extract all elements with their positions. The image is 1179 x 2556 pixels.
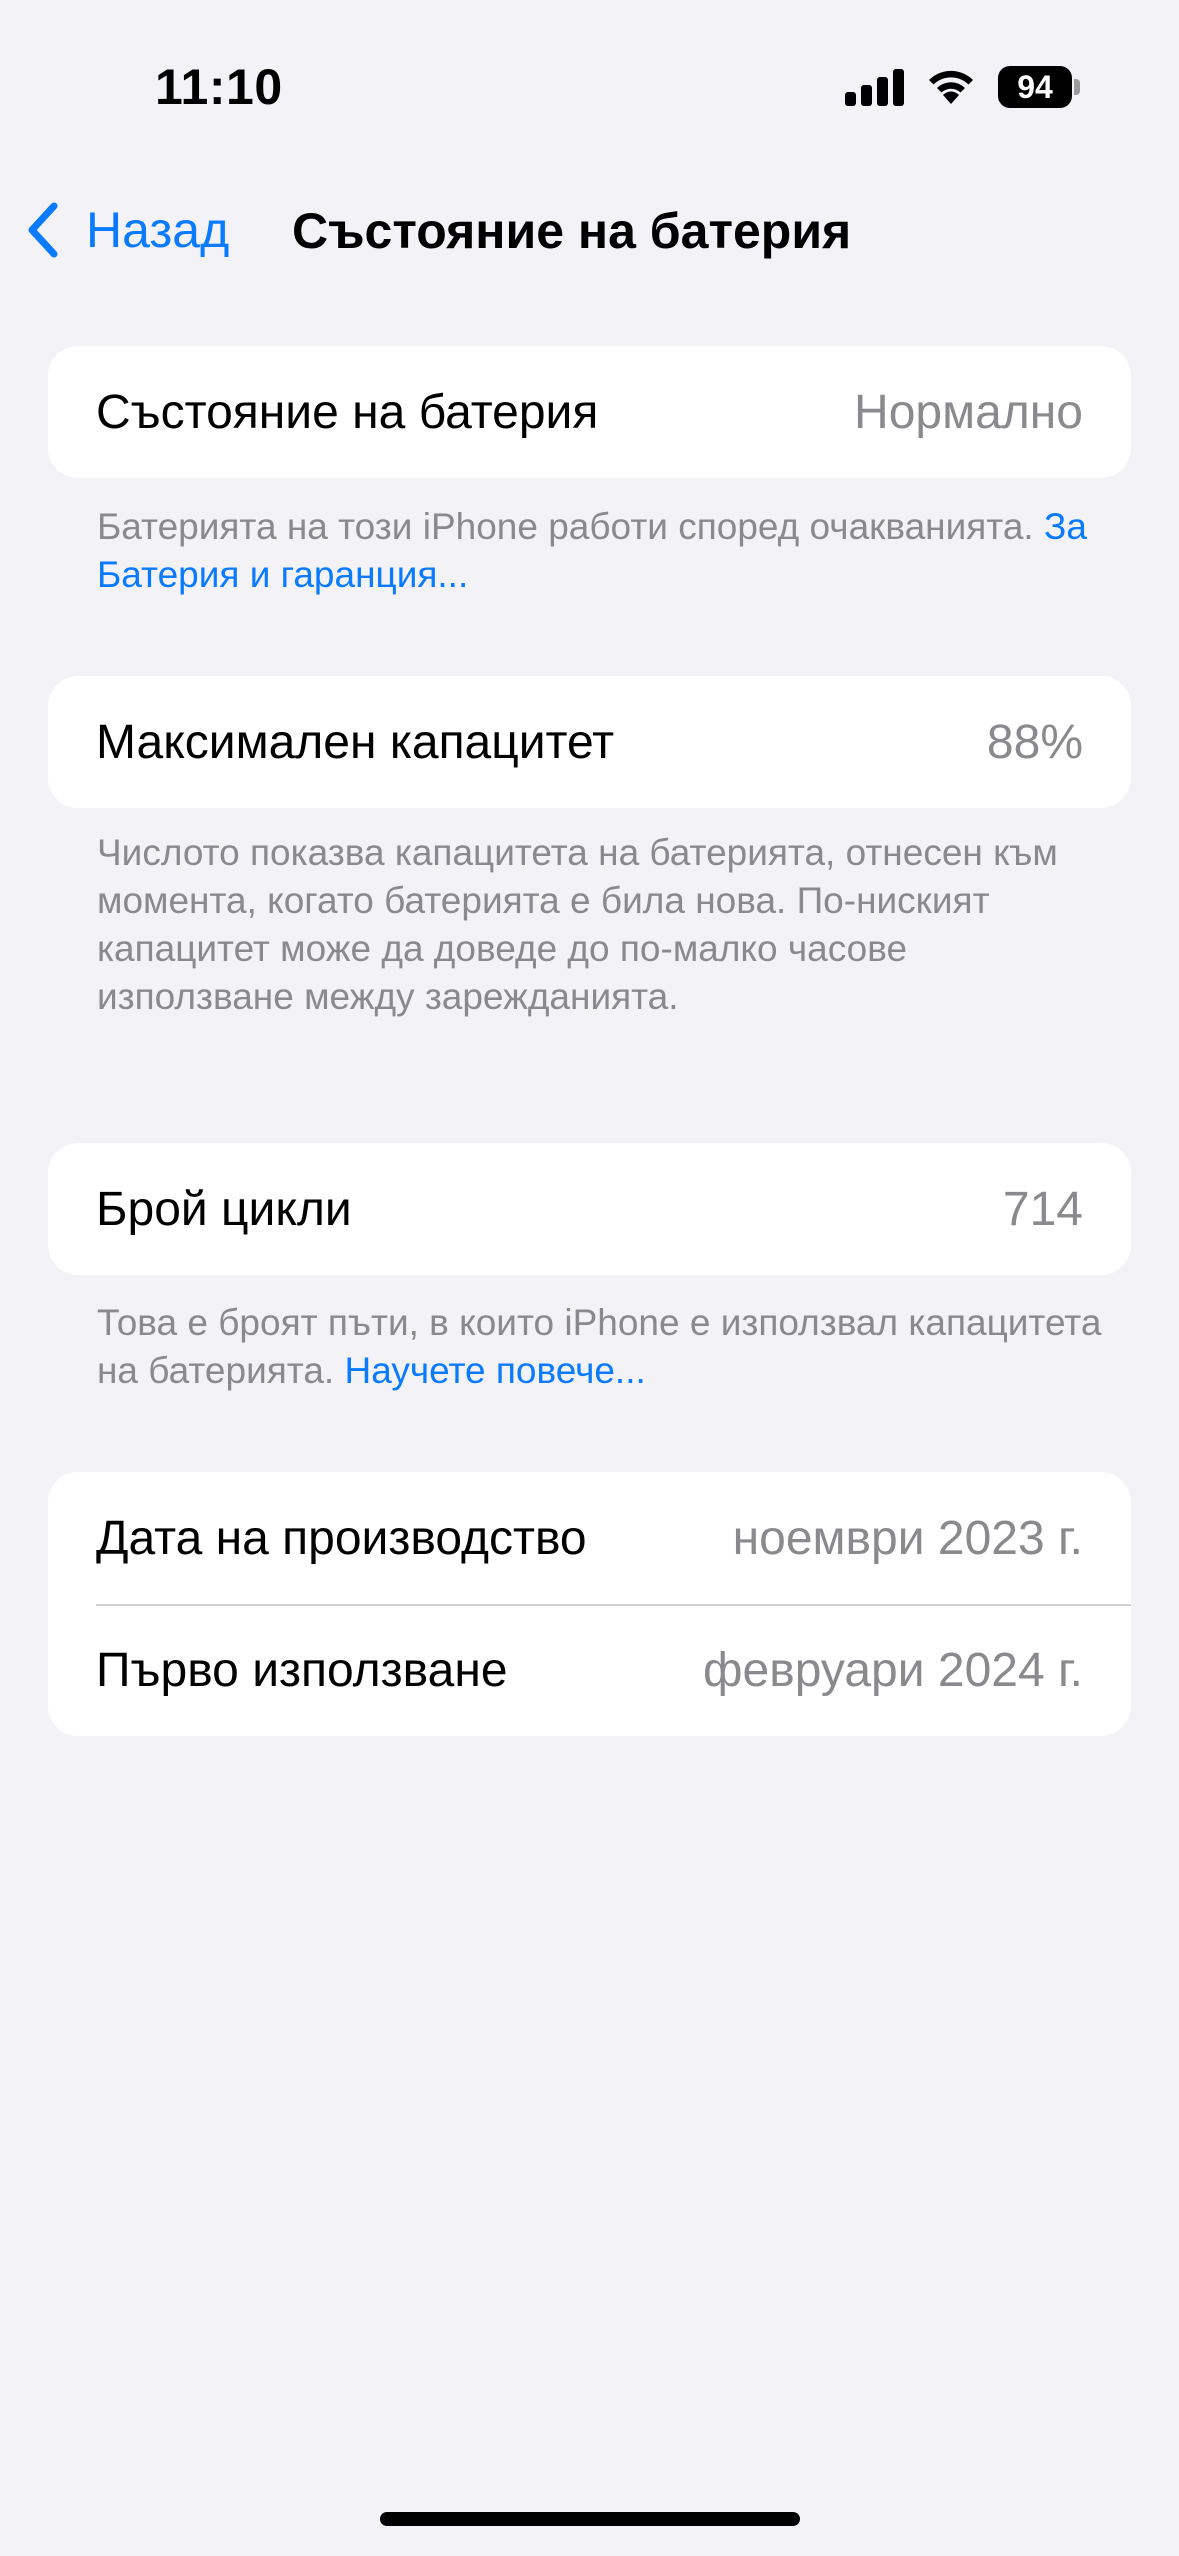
cycle-count-footnote: Това е броят пъти, в които iPhone е изпо… <box>97 1299 1107 1395</box>
status-time: 11:10 <box>155 59 283 115</box>
battery-health-group: Състояние на батерия Нормално <box>48 346 1131 478</box>
learn-more-link[interactable]: Научете повече... <box>344 1350 645 1391</box>
max-capacity-value: 88% <box>986 715 1083 769</box>
first-use-value: февруари 2024 г. <box>703 1643 1083 1697</box>
cycle-count-value: 714 <box>1002 1182 1083 1236</box>
first-use-label: Първо използване <box>96 1643 508 1697</box>
manufacture-date-row: Дата на производство ноември 2023 г. <box>48 1472 1131 1604</box>
navigation-bar: Назад Състояние на батерия <box>0 180 1179 280</box>
battery-health-footnote: Батерията на този iPhone работи според о… <box>97 503 1107 599</box>
battery-health-label: Състояние на батерия <box>96 385 599 439</box>
max-capacity-group: Максимален капацитет 88% <box>48 676 1131 808</box>
battery-health-row: Състояние на батерия Нормално <box>48 346 1131 478</box>
manufacture-date-label: Дата на производство <box>96 1511 587 1565</box>
dates-group: Дата на производство ноември 2023 г. Пър… <box>48 1472 1131 1736</box>
back-button[interactable]: Назад <box>24 194 229 266</box>
battery-health-screen: 11:10 94 Назад Състояние на батерия Съст… <box>0 0 1179 2556</box>
cycle-count-label: Брой цикли <box>96 1182 352 1236</box>
battery-level: 94 <box>1017 69 1053 105</box>
max-capacity-footnote: Числото показва капацитета на батерията,… <box>97 832 1058 1017</box>
cellular-signal-icon <box>845 66 905 106</box>
back-button-label: Назад <box>86 202 230 258</box>
chevron-left-icon <box>28 202 58 258</box>
max-capacity-label: Максимален капацитет <box>96 715 615 769</box>
status-bar: 11:10 94 <box>0 0 1179 170</box>
max-capacity-row: Максимален капацитет 88% <box>48 676 1131 808</box>
cycle-count-row: Брой цикли 714 <box>48 1143 1131 1275</box>
manufacture-date-value: ноември 2023 г. <box>732 1511 1083 1565</box>
battery-icon: 94 <box>998 66 1080 108</box>
battery-health-footnote-text: Батерията на този iPhone работи според о… <box>97 506 1034 547</box>
wifi-icon <box>925 64 977 106</box>
cycle-count-group: Брой цикли 714 <box>48 1143 1131 1275</box>
battery-health-value: Нормално <box>854 385 1083 439</box>
page-title: Състояние на батерия <box>292 203 852 259</box>
battery-cap <box>1074 79 1080 95</box>
home-indicator[interactable] <box>380 2512 800 2526</box>
first-use-row: Първо използване февруари 2024 г. <box>48 1604 1131 1736</box>
